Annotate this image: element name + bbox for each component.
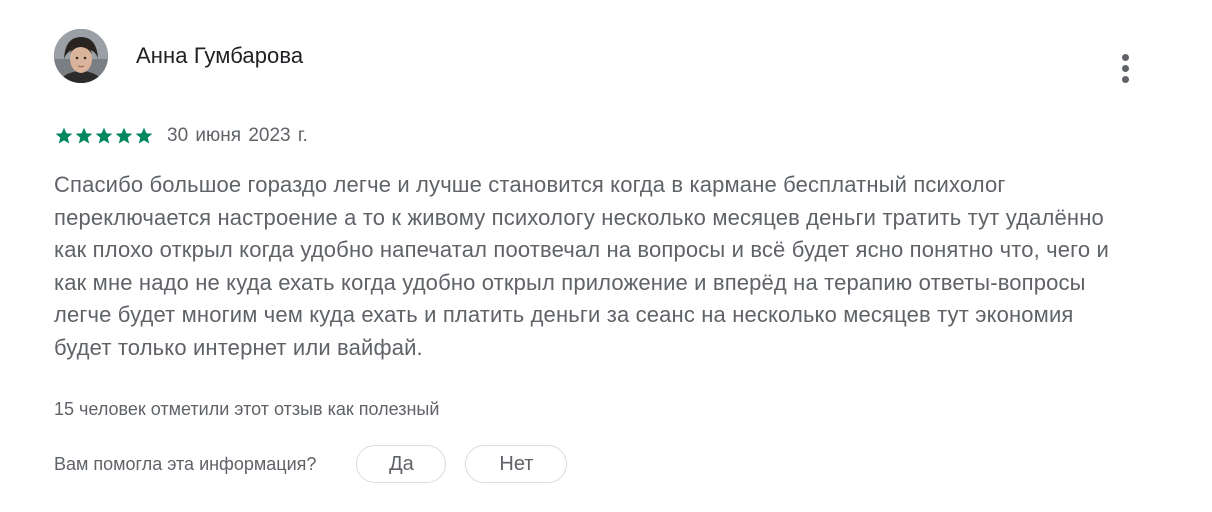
helpful-feedback: Вам помогла эта информация? Да Нет: [54, 444, 568, 484]
rating-row: 30 июня 2023 г.: [54, 122, 308, 150]
yes-button[interactable]: Да: [356, 445, 447, 483]
more-options-button[interactable]: [1110, 48, 1140, 88]
author-name: Анна Гумбарова: [136, 43, 304, 68]
more-vert-icon-dot: [1121, 75, 1129, 83]
review-card: Анна Гумбарова 30 июня 2023 г. Спасибо б…: [0, 0, 1212, 512]
more-vert-icon-dot: [1121, 53, 1129, 61]
helpful-count: 15 человек отметили этот отзыв как полез…: [54, 399, 440, 419]
review-text: Спасибо большое гораздо легче и лучше ст…: [54, 172, 1109, 360]
star-icon: [54, 126, 74, 146]
no-button[interactable]: Нет: [465, 445, 568, 483]
more-vert-icon-dot: [1121, 64, 1129, 72]
star-icon: [134, 126, 154, 146]
star-icon: [94, 126, 114, 146]
avatar-image: [54, 29, 108, 83]
star-rating: [54, 126, 154, 146]
star-icon: [74, 126, 94, 146]
helpful-question: Вам помогла эта информация?: [54, 454, 317, 474]
star-icon: [114, 126, 134, 146]
review-date: 30 июня 2023 г.: [167, 125, 308, 146]
avatar: [54, 29, 108, 83]
